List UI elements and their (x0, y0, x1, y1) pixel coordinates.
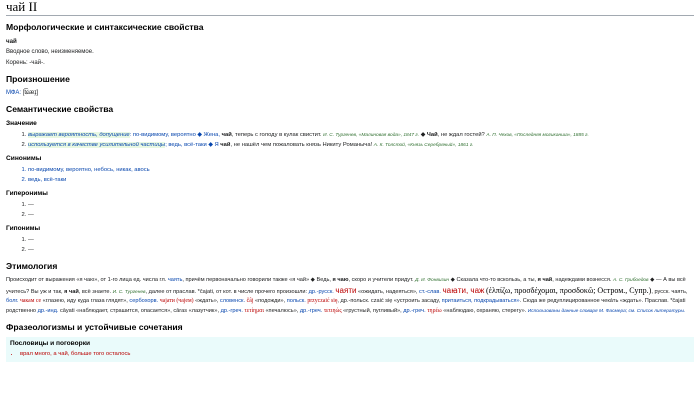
ety-reference[interactable]: Использованы данные словаря М. Фасмера; … (528, 309, 686, 314)
meaning-synonyms[interactable]: : по-видимому, вероятно ◆ Жена, (130, 132, 222, 138)
ety-link[interactable]: словенск. (220, 298, 245, 304)
ety-text: «грустный, пугливый», (341, 307, 404, 314)
phraseo-box: Пословицы и поговорки врал много, а чай,… (6, 337, 694, 362)
phraseo-heading: Фразеологизмы и устойчивые сочетания (6, 322, 183, 332)
ety-word: чаяти (335, 285, 357, 295)
page: чай II Морфологические и синтаксические … (0, 0, 700, 411)
proverb-item[interactable]: врал много, а чай, больше того осталось (20, 350, 690, 359)
ety-text: «ждать», (193, 298, 220, 304)
ety-source: А. С. Грибоедов (613, 278, 649, 283)
example2-source: А. П. Чехов, «Последняя могиканша», 1885… (486, 133, 589, 138)
ety-word: τετιηώς (323, 307, 342, 314)
ety-link[interactable]: др.-греч. (300, 308, 322, 314)
meaning-definition: используется в качестве усилительной час… (28, 141, 166, 148)
hyponym-item: — (28, 246, 694, 256)
pron-line: МФА: [t͡ɕæɪ̯] (6, 89, 694, 98)
ety-link[interactable]: сербохорв. (129, 298, 158, 304)
ety-link[interactable]: болг. (6, 298, 18, 304)
morph-word: чай (6, 38, 17, 45)
ety-bold: я чай (64, 288, 79, 295)
ipa-label[interactable]: МФА: (6, 90, 21, 96)
etymology-text: Происходит от выражения «я чаю», от 1-го… (6, 276, 694, 316)
semantic-heading: Семантические свойства (6, 104, 114, 114)
morph-root: Корень: -чай-. (6, 60, 45, 66)
ety-text: «наблюдаю, охраняю, стерегу». (441, 307, 527, 314)
ety-link[interactable]: др.-греч. (221, 308, 243, 314)
ety-link[interactable]: польск. (287, 298, 306, 304)
ety-source: Д. И. Фонвизин (415, 278, 450, 283)
ety-word: τηρέω (427, 307, 442, 314)
ety-text: «печалюсь», (265, 307, 300, 314)
synonym-item[interactable]: ведь, всё-таки (28, 176, 694, 186)
ety-text: ◆ Сказала что-то вскользь, а ты, (450, 277, 538, 283)
hyperonym-item: — (28, 211, 694, 221)
hyponym-item: — (28, 236, 694, 246)
ety-link[interactable]: др.-инд. (38, 308, 59, 314)
ety-text: «ожидать, надеяться», (358, 288, 418, 295)
ety-text: , надеждами (552, 277, 585, 283)
ety-source: И. С. Тургенев (112, 289, 146, 295)
morph-heading: Морфологические и синтаксические свойств… (6, 22, 204, 32)
hyperonyms-list: — — (6, 201, 694, 220)
example-word: чай (221, 132, 232, 138)
ety-text: «подожди», (253, 298, 287, 304)
ety-text: , др.-польск. (337, 298, 370, 304)
ety-word: чајати (чајем) (159, 298, 194, 304)
meaning-definition: выражает вероятность, допущение (28, 132, 130, 138)
ety-word: τετίημαι (244, 307, 264, 314)
synonyms-list: по-видимому, вероятно, небось, никак, ав… (6, 166, 694, 185)
meanings-list: выражает вероятность, допущение: по-види… (6, 131, 694, 150)
ety-text: , скоро и учители придут. (348, 277, 414, 283)
ety-bold: я чаю (332, 277, 349, 283)
meaning-item: используется в качестве усилительной час… (28, 141, 694, 151)
example-text: , теперь с голоду в кулак свистит. (231, 132, 322, 138)
ipa-value: [t͡ɕæɪ̯] (22, 90, 39, 96)
ety-text: , русск. чаять, (651, 288, 688, 295)
ety-text: , всё знаете. (78, 288, 112, 295)
ety-link[interactable]: др.-греч. (403, 308, 425, 314)
hyperonyms-heading: Гиперонимы (6, 190, 48, 197)
example-word: чай (220, 141, 231, 148)
synonyms-heading: Синонимы (6, 155, 42, 162)
example-source: А. К. Толстой, «Князь Серебряный», 1861 … (373, 142, 474, 148)
ety-link[interactable]: др.-русск. (309, 289, 334, 295)
ety-link[interactable]: ст.-слав. (419, 289, 441, 295)
ety-text: «глазею, иду куда глаза глядят», (41, 298, 130, 304)
example2-word: Чай (426, 132, 438, 138)
meaning-heading: Значение (6, 120, 37, 127)
proverbs-list: врал много, а чай, больше того осталось (10, 350, 690, 359)
ety-text: czaić się «устроить засаду, (370, 298, 442, 304)
ety-word: przyczaić się (307, 298, 338, 304)
ety-link[interactable]: чаять (168, 277, 183, 283)
ety-text: Происходит от выражения «я чаю», от 1-го… (6, 277, 168, 283)
proverbs-heading: Пословицы и поговорки (10, 340, 91, 347)
ety-word: чаꙗти, чаж (442, 285, 485, 295)
ety-text: , далее от праслав. *čajati, от кот. в ч… (145, 288, 309, 295)
ety-link[interactable]: притаиться, подкрадываться» (442, 298, 520, 304)
ety-greek: (ἐλπίζω, προσδέχομαι, προσδοκῶ; Остром.,… (485, 285, 652, 295)
meaning-synonyms[interactable]: ; ведь, всё-таки ◆ Я (165, 142, 220, 148)
page-title: чай II (6, 0, 694, 16)
ety-word: чакам се (19, 298, 42, 304)
example-source: И. С. Тургенев, «Малиновая вода», 1847 г… (323, 133, 420, 138)
synonym-item[interactable]: по-видимому, вероятно, небось, никак, ав… (28, 166, 694, 176)
ety-text: cāyati «наблюдает, страшится, опасается»… (58, 307, 221, 314)
hyponyms-heading: Гипонимы (6, 225, 41, 232)
ety-text: вознесся. (586, 277, 612, 283)
etymology-heading: Этимология (6, 261, 58, 271)
example-text: , не нашёл чем пожаловать князь Никиту Р… (230, 141, 373, 148)
pron-heading: Произношение (6, 74, 70, 84)
meaning-item: выражает вероятность, допущение: по-види… (28, 131, 694, 141)
ety-text: , причём первоначально говорили также «я… (182, 277, 333, 283)
hyponyms-list: — — (6, 236, 694, 255)
ety-bold: я чай (537, 277, 553, 283)
hyperonym-item: — (28, 201, 694, 211)
example2-text: , не ждал гостей? (437, 132, 485, 138)
morph-desc: Вводное слово, неизменяемое. (6, 49, 94, 55)
